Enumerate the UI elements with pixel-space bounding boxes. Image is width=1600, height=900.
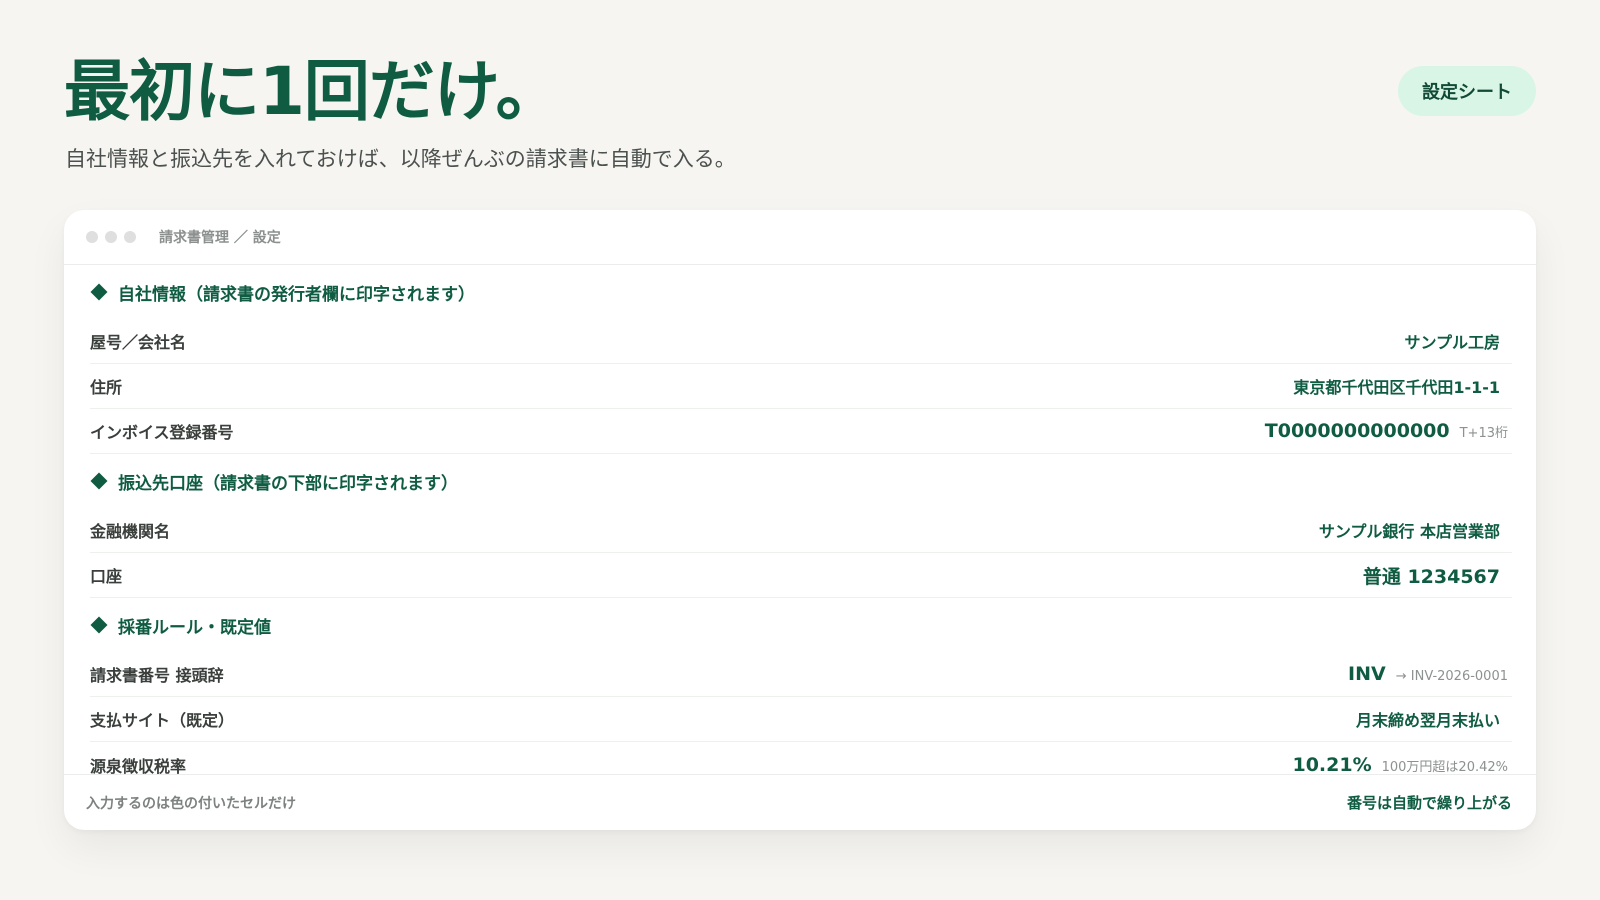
diamond-bullet-icon: [90, 283, 108, 301]
settings-row-invoice-number[interactable]: インボイス登録番号 T0000000000000 T+13桁: [90, 409, 1512, 454]
row-value[interactable]: INV: [1348, 663, 1386, 685]
section-heading-label: 自社情報（請求書の発行者欄に印字されます）: [118, 284, 475, 305]
row-hint: 100万円超は20.42%: [1381, 759, 1508, 775]
settings-row-account[interactable]: 口座 普通 1234567: [90, 553, 1512, 598]
row-value[interactable]: 月末締め翌月末払い: [1356, 707, 1500, 731]
row-value[interactable]: サンプル銀行 本店営業部: [1319, 518, 1500, 542]
footer-note: 入力するのは色の付いたセルだけ: [86, 795, 296, 812]
row-hint: → INV-2026-0001: [1395, 669, 1508, 684]
row-value-cell[interactable]: 10.21% 100万円超は20.42%: [1292, 754, 1512, 776]
row-label: 屋号／会社名: [90, 333, 187, 352]
row-label: インボイス登録番号: [90, 423, 234, 442]
row-value[interactable]: T0000000000000: [1265, 420, 1450, 442]
breadcrumb: 請求書管理 ／ 設定: [159, 230, 281, 246]
row-value-cell[interactable]: サンプル工房: [1404, 329, 1512, 353]
settings-body: 自社情報（請求書の発行者欄に印字されます） 屋号／会社名 サンプル工房 住所 東…: [64, 265, 1536, 787]
row-value-cell[interactable]: 東京都千代田区千代田1-1-1: [1293, 374, 1512, 398]
footer-auto-number-note: 番号は自動で繰り上がる: [1346, 794, 1512, 812]
page-subtitle: 自社情報と振込先を入れておけば、以降ぜんぶの請求書に自動で入る。: [65, 147, 736, 171]
window-close-dot[interactable]: [86, 231, 98, 243]
row-label: 請求書番号 接頭辞: [90, 666, 224, 685]
settings-row-company-name[interactable]: 屋号／会社名 サンプル工房: [90, 319, 1512, 364]
page-title: 最初に1回だけ。: [64, 53, 562, 130]
row-label: 支払サイト（既定）: [90, 711, 235, 730]
window-footer: 入力するのは色の付いたセルだけ 番号は自動で繰り上がる: [64, 774, 1536, 830]
row-hint: T+13桁: [1459, 426, 1508, 441]
section-heading-label: 振込先口座（請求書の下部に印字されます）: [118, 473, 458, 494]
diamond-bullet-icon: [90, 472, 108, 490]
settings-row-prefix[interactable]: 請求書番号 接頭辞 INV → INV-2026-0001: [90, 652, 1512, 697]
row-value[interactable]: 東京都千代田区千代田1-1-1: [1293, 374, 1500, 398]
row-value-cell[interactable]: 普通 1234567: [1363, 562, 1512, 589]
section-heading-company: 自社情報（請求書の発行者欄に印字されます）: [90, 265, 1512, 319]
settings-window: 請求書管理 ／ 設定 自社情報（請求書の発行者欄に印字されます） 屋号／会社名 …: [64, 210, 1536, 830]
settings-row-payment-terms[interactable]: 支払サイト（既定） 月末締め翌月末払い: [90, 697, 1512, 742]
settings-row-bank-name[interactable]: 金融機関名 サンプル銀行 本店営業部: [90, 508, 1512, 553]
row-value-cell[interactable]: T0000000000000 T+13桁: [1265, 420, 1512, 442]
section-heading-bank: 振込先口座（請求書の下部に印字されます）: [90, 454, 1512, 508]
settings-row-address[interactable]: 住所 東京都千代田区千代田1-1-1: [90, 364, 1512, 409]
row-value[interactable]: 10.21%: [1292, 754, 1371, 776]
row-label: 金融機関名: [90, 522, 171, 541]
row-label: 住所: [90, 378, 123, 397]
diamond-bullet-icon: [90, 616, 108, 634]
row-label: 口座: [90, 567, 123, 586]
section-heading-numbering: 採番ルール・既定値: [90, 598, 1512, 652]
row-value-cell[interactable]: 月末締め翌月末払い: [1356, 707, 1512, 731]
window-zoom-dot[interactable]: [124, 231, 136, 243]
row-value-cell[interactable]: INV → INV-2026-0001: [1348, 663, 1512, 685]
row-value[interactable]: 普通 1234567: [1363, 562, 1500, 589]
row-label: 源泉徴収税率: [90, 756, 187, 776]
row-value[interactable]: サンプル工房: [1404, 329, 1500, 353]
window-minimize-dot[interactable]: [105, 231, 117, 243]
window-titlebar: 請求書管理 ／ 設定: [64, 210, 1536, 265]
row-value-cell[interactable]: サンプル銀行 本店営業部: [1319, 518, 1512, 542]
section-heading-label: 採番ルール・既定値: [118, 617, 271, 638]
settings-sheet-badge: 設定シート: [1398, 66, 1536, 116]
